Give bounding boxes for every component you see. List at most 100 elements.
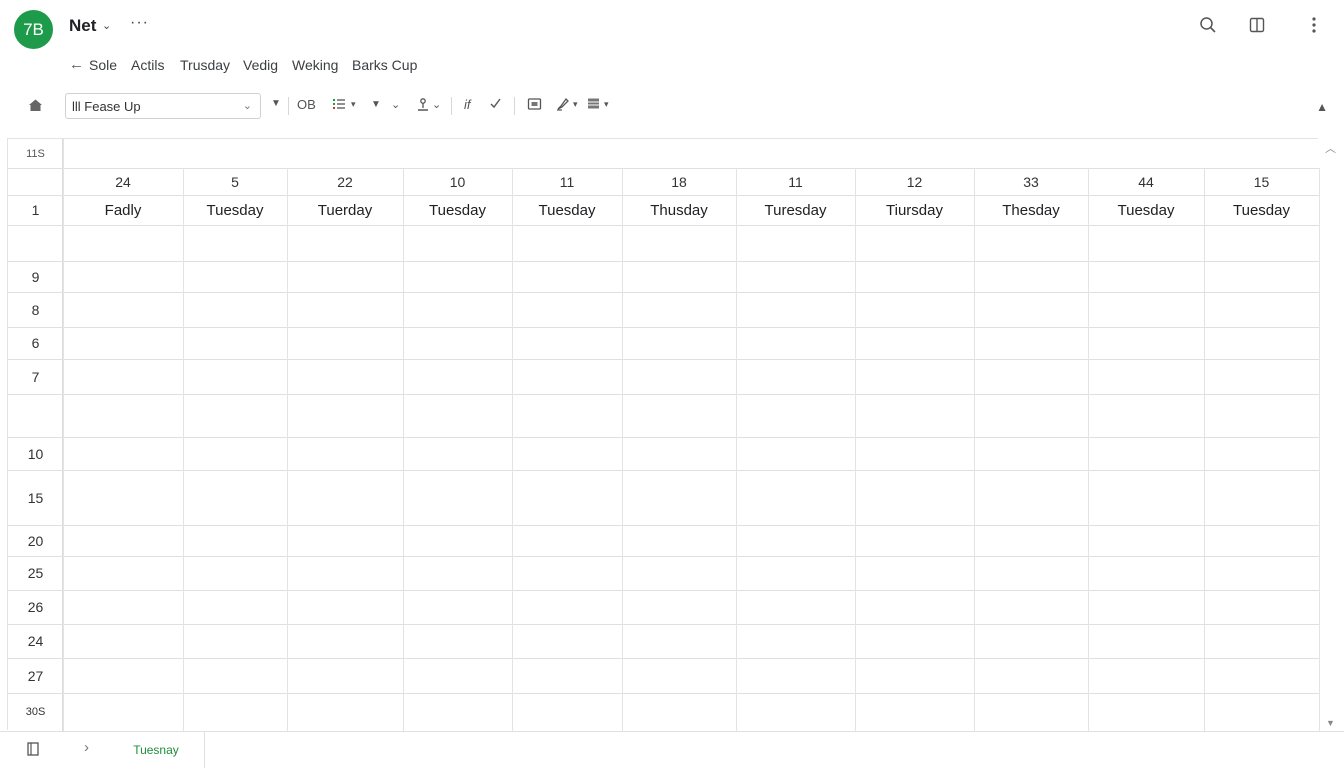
column-day-cell[interactable]: Turesday — [736, 195, 855, 225]
toolbar-divider — [514, 97, 515, 115]
grid-column-line — [1204, 168, 1205, 731]
column-day-cell[interactable]: Tiursday — [855, 195, 974, 225]
grid-column-line — [1088, 168, 1089, 731]
menu-item-weking[interactable]: Weking — [292, 57, 338, 73]
column-number-header[interactable]: 10 — [403, 168, 512, 195]
grid-column-line — [403, 168, 404, 731]
row-label[interactable]: 24 — [8, 624, 63, 658]
menu-item-sole[interactable]: Sole — [89, 57, 117, 73]
chevron-down-icon[interactable]: ⌄ — [391, 98, 400, 111]
split-view-icon[interactable] — [1246, 14, 1268, 36]
column-number-header[interactable]: 33 — [974, 168, 1088, 195]
row-label[interactable]: 30S — [8, 693, 63, 731]
spreadsheet-grid[interactable]: 11S 24 Fadly 5 Tuesday 22 Tuerday 10 Tuesday 11 T… — [7, 138, 1320, 732]
avatar[interactable]: 7B — [14, 10, 53, 49]
column-day-cell[interactable]: Tuesday — [1204, 195, 1319, 225]
row-label[interactable]: 15 — [8, 470, 63, 525]
grid-row-line — [8, 590, 1319, 591]
back-arrow-icon[interactable]: ← — [69, 56, 84, 73]
column-day-cell[interactable]: Tuesday — [403, 195, 512, 225]
sheet-tab-active[interactable]: Tuesnay — [108, 732, 205, 768]
column-day-cell[interactable]: Tuesday — [1088, 195, 1204, 225]
vertical-scrollbar[interactable]: ︿ ▼ — [1320, 138, 1342, 730]
toolbar-divider — [451, 97, 452, 115]
column-number-header[interactable]: 11 — [736, 168, 855, 195]
row-label[interactable]: 1 — [8, 195, 63, 225]
corner-cell[interactable]: 11S — [8, 139, 63, 168]
grid-row-line — [8, 292, 1319, 293]
menu-item-barks-cup[interactable]: Barks Cup — [352, 57, 417, 73]
column-day-cell[interactable]: Fadly — [63, 195, 183, 225]
scroll-down-icon[interactable]: ▼ — [1326, 718, 1335, 728]
column-day-cell[interactable]: Tuerday — [287, 195, 403, 225]
chevron-down-icon: ⌄ — [242, 100, 252, 112]
toolbar: lll Fease Up ⌄ ▼ OB ▾ ▼ ⌄ ⌄ if ▾ ▾ ▲ — [0, 88, 1344, 126]
column-day-cell[interactable]: Thesday — [974, 195, 1088, 225]
column-number-header[interactable]: 5 — [183, 168, 287, 195]
ob-button[interactable]: OB — [297, 97, 316, 112]
check-icon[interactable] — [489, 97, 502, 113]
column-day-cell[interactable]: Tuesday — [512, 195, 622, 225]
font-select[interactable]: lll Fease Up ⌄ — [65, 93, 261, 119]
chevron-down-icon[interactable]: ⌄ — [432, 98, 441, 111]
row-label[interactable] — [8, 394, 63, 437]
grid-column-line — [855, 168, 856, 731]
column-number-header[interactable]: 11 — [512, 168, 622, 195]
sheet-list-icon[interactable] — [26, 741, 42, 762]
grid-row-line — [8, 556, 1319, 557]
column-number-header[interactable]: 12 — [855, 168, 974, 195]
search-icon[interactable] — [1197, 14, 1219, 36]
column-number-header[interactable]: 15 — [1204, 168, 1319, 195]
app-title[interactable]: Net — [69, 16, 96, 36]
dropdown-arrow-icon[interactable]: ▼ — [371, 99, 381, 110]
grid-row-line — [8, 693, 1319, 694]
grid-column-line — [736, 168, 737, 731]
menu-item-vedig[interactable]: Vedig — [243, 57, 278, 73]
row-label[interactable]: 27 — [8, 658, 63, 693]
column-day-cell[interactable]: Tuesday — [183, 195, 287, 225]
chevron-down-icon[interactable]: ▾ — [351, 99, 356, 110]
grid-row-line — [8, 327, 1319, 328]
title-dropdown-icon[interactable]: ⌄ — [102, 19, 111, 32]
menu-item-trusday[interactable]: Trusday — [180, 57, 230, 73]
home-icon[interactable] — [28, 98, 43, 115]
text-color-icon[interactable] — [416, 97, 430, 115]
grid-column-line — [183, 168, 184, 731]
function-icon[interactable]: if — [464, 97, 471, 112]
chevron-down-icon[interactable]: ▾ — [604, 99, 609, 110]
row-label[interactable]: 6 — [8, 327, 63, 359]
row-label[interactable]: 9 — [8, 261, 63, 292]
row-label[interactable]: 25 — [8, 556, 63, 590]
grid-row-line — [8, 359, 1319, 360]
column-number-header[interactable]: 22 — [287, 168, 403, 195]
more-vert-icon[interactable] — [1303, 14, 1325, 36]
column-number-header[interactable]: 44 — [1088, 168, 1204, 195]
grid-row-line — [8, 658, 1319, 659]
table-icon[interactable] — [587, 97, 600, 113]
column-day-cell[interactable]: Thusday — [622, 195, 736, 225]
row-label[interactable]: 26 — [8, 590, 63, 624]
paint-icon[interactable] — [556, 97, 570, 114]
chevron-down-icon[interactable]: ▾ — [573, 99, 578, 110]
image-icon[interactable] — [527, 97, 542, 114]
menu-item-actils[interactable]: Actils — [131, 57, 164, 73]
row-label[interactable]: 7 — [8, 359, 63, 394]
font-select-value: lll Fease Up — [72, 99, 141, 114]
collapse-toolbar-icon[interactable]: ▲ — [1316, 100, 1328, 114]
more-options-icon[interactable]: ··· — [130, 14, 149, 32]
scroll-up-icon[interactable]: ︿ — [1325, 140, 1336, 156]
grid-column-line — [63, 139, 64, 731]
grid-column-line — [622, 168, 623, 731]
grid-row-line — [8, 225, 1319, 226]
row-label[interactable]: 10 — [8, 437, 63, 470]
fill-color-icon[interactable] — [332, 97, 346, 114]
sheet-nav-arrow-icon[interactable]: › — [84, 739, 89, 756]
row-label[interactable]: 20 — [8, 525, 63, 556]
column-number-header[interactable]: 18 — [622, 168, 736, 195]
grid-column-line — [287, 168, 288, 731]
row-label[interactable] — [8, 225, 63, 261]
dropdown-arrow-icon[interactable]: ▼ — [271, 98, 281, 109]
row-label[interactable]: 8 — [8, 292, 63, 327]
column-number-header[interactable]: 24 — [63, 168, 183, 195]
grid-row-line — [8, 470, 1319, 471]
